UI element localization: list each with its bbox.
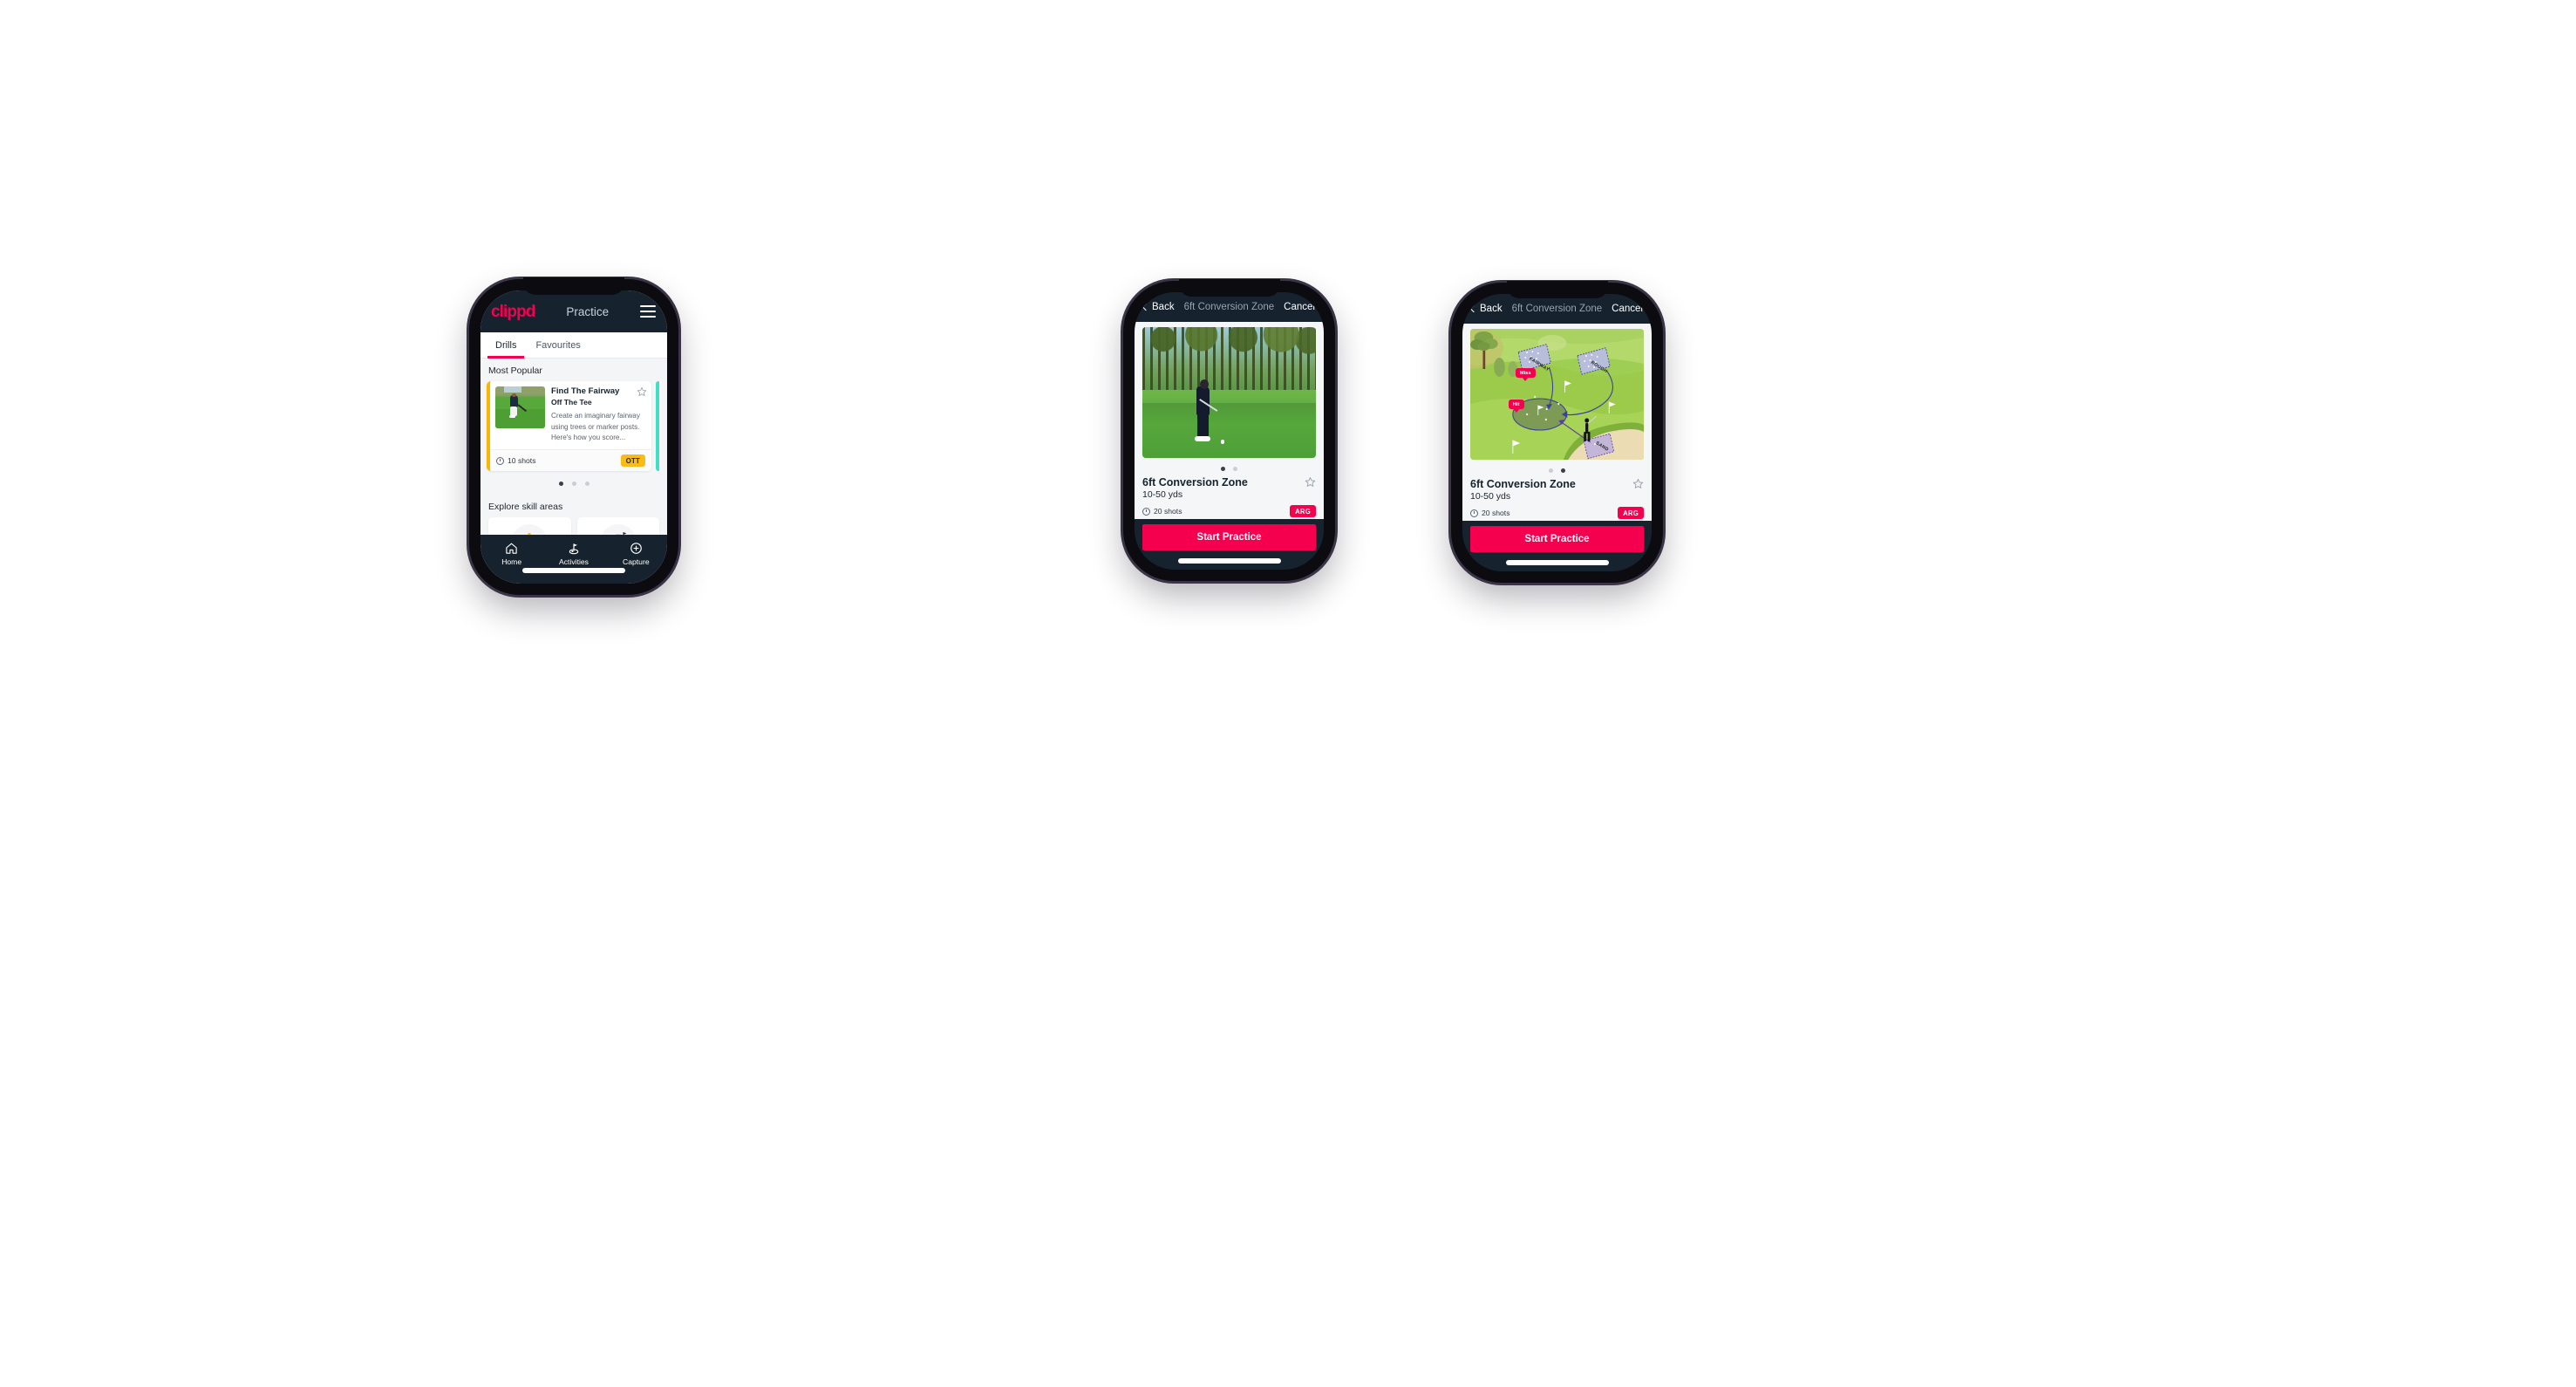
home-indicator bbox=[522, 568, 625, 573]
drill-carousel[interactable]: Find The Fairway Off The Tee Create an i… bbox=[487, 381, 661, 472]
screenshot-stage: clippd Practice Drills Favourites Most P… bbox=[0, 0, 2576, 1387]
drill-tag-badge: ARG bbox=[1618, 507, 1644, 519]
drill-media-course-diagram[interactable]: FAIRWAY ROUGH SAND Miss Hit bbox=[1470, 329, 1644, 460]
golf-flag-icon bbox=[542, 541, 604, 556]
drill-card[interactable]: Find The Fairway Off The Tee Create an i… bbox=[487, 381, 651, 472]
nav-label: Home bbox=[501, 557, 522, 566]
back-label: Back bbox=[1152, 302, 1175, 312]
clock-icon bbox=[496, 456, 504, 465]
drill-shots: 20 shots bbox=[1470, 509, 1510, 517]
hamburger-menu-icon[interactable] bbox=[639, 305, 656, 318]
detail-top-bar: Back 6ft Conversion Zone Cancel bbox=[1135, 292, 1324, 322]
clock-icon bbox=[1470, 509, 1478, 517]
phone-notch bbox=[1178, 279, 1280, 297]
skill-card-approach[interactable]: Approach Dial-in to hit the green bbox=[576, 517, 659, 535]
skill-areas-grid: Off The Tee Power and accuracy bbox=[487, 517, 661, 535]
carousel-dot-2[interactable] bbox=[571, 482, 576, 487]
start-practice-button[interactable]: Start Practice bbox=[1142, 524, 1316, 550]
diagram-pill-miss: Miss bbox=[1515, 368, 1536, 378]
detail-content: FAIRWAY ROUGH SAND Miss Hit 6ft Conversi… bbox=[1462, 324, 1652, 521]
nav-item-activities[interactable]: Activities bbox=[542, 541, 604, 566]
clock-icon bbox=[1142, 507, 1150, 516]
drill-shots: 10 shots bbox=[496, 456, 536, 465]
media-dot-2[interactable] bbox=[1561, 468, 1565, 473]
drill-media-video-thumbnail[interactable] bbox=[1142, 327, 1316, 458]
drill-distance: 10-50 yds bbox=[1470, 491, 1511, 502]
drill-thumbnail bbox=[495, 386, 545, 428]
detail-title: 6ft Conversion Zone bbox=[1183, 302, 1275, 312]
drill-shots: 20 shots bbox=[1142, 507, 1182, 516]
drill-description: Create an imaginary fairway using trees … bbox=[551, 411, 640, 442]
app-top-bar: clippd Practice bbox=[480, 290, 667, 332]
tab-bar: Drills Favourites bbox=[480, 332, 667, 359]
diagram-pill-hit: Hit bbox=[1508, 400, 1524, 409]
drill-header: 6ft Conversion Zone 10-50 yds bbox=[1142, 476, 1316, 500]
detail-footer: Start Practice bbox=[1135, 519, 1324, 570]
drill-shots-label: 20 shots bbox=[1154, 507, 1182, 516]
drill-title: Find The Fairway bbox=[551, 386, 620, 396]
media-dot-2[interactable] bbox=[1233, 467, 1237, 471]
drill-category: Off The Tee bbox=[551, 397, 592, 407]
course-diagram: FAIRWAY ROUGH SAND Miss Hit bbox=[1470, 329, 1644, 460]
cancel-button[interactable]: Cancel bbox=[1612, 304, 1643, 314]
detail-content: 6ft Conversion Zone 10-50 yds 20 shots A… bbox=[1135, 322, 1324, 519]
drill-title: 6ft Conversion Zone bbox=[1142, 476, 1248, 489]
tab-favourites[interactable]: Favourites bbox=[528, 332, 588, 358]
star-outline-icon[interactable] bbox=[637, 386, 647, 397]
nav-item-home[interactable]: Home bbox=[480, 541, 542, 566]
detail-footer: Start Practice bbox=[1462, 521, 1652, 571]
detail-top-bar: Back 6ft Conversion Zone Cancel bbox=[1462, 294, 1652, 324]
back-button[interactable]: Back bbox=[1469, 304, 1503, 314]
skill-card-off-the-tee[interactable]: Off The Tee Power and accuracy bbox=[488, 517, 571, 535]
back-button[interactable]: Back bbox=[1141, 302, 1175, 312]
phone-mockup-practice-list: clippd Practice Drills Favourites Most P… bbox=[469, 277, 678, 595]
drill-shots-label: 10 shots bbox=[508, 456, 536, 466]
drill-meta-row: 20 shots ARG bbox=[1142, 505, 1316, 519]
media-carousel-dots[interactable] bbox=[1470, 460, 1644, 478]
carousel-dot-1[interactable] bbox=[558, 482, 563, 487]
home-indicator bbox=[1177, 558, 1281, 564]
chevron-left-icon bbox=[1141, 303, 1150, 311]
approach-green-icon bbox=[599, 524, 637, 535]
drill-card-next-peek[interactable] bbox=[656, 381, 661, 472]
media-carousel-dots[interactable] bbox=[1142, 458, 1316, 476]
course-diagram-svg bbox=[1470, 329, 1644, 460]
bottom-navigation: Home Activities Capture bbox=[480, 535, 667, 584]
tab-drills[interactable]: Drills bbox=[487, 332, 525, 359]
home-icon bbox=[480, 541, 542, 556]
home-indicator bbox=[1505, 560, 1609, 565]
phone-notch bbox=[1506, 281, 1608, 298]
start-practice-button[interactable]: Start Practice bbox=[1470, 526, 1644, 552]
media-dot-1[interactable] bbox=[1549, 468, 1553, 473]
star-outline-icon[interactable] bbox=[1305, 476, 1316, 488]
phone-mockup-drill-detail-video: Back 6ft Conversion Zone Cancel 6ft Conv… bbox=[1123, 279, 1335, 581]
back-label: Back bbox=[1480, 304, 1503, 314]
explore-skill-areas-heading: Explore skill areas bbox=[488, 502, 563, 513]
nav-label: Activities bbox=[559, 557, 589, 566]
drill-header: 6ft Conversion Zone 10-50 yds bbox=[1470, 478, 1644, 502]
star-outline-icon[interactable] bbox=[1632, 478, 1644, 489]
phone-notch bbox=[523, 277, 624, 295]
practice-content: Most Popular Find The Fairway Off The Te… bbox=[480, 359, 667, 535]
nav-label: Capture bbox=[623, 557, 650, 566]
carousel-dot-3[interactable] bbox=[584, 482, 589, 487]
tee-shot-fan-icon bbox=[511, 524, 549, 535]
drill-distance: 10-50 yds bbox=[1142, 489, 1183, 500]
drill-tag-badge: ARG bbox=[1290, 505, 1316, 517]
cancel-button[interactable]: Cancel bbox=[1284, 302, 1315, 312]
detail-title: 6ft Conversion Zone bbox=[1511, 304, 1603, 314]
chevron-left-icon bbox=[1469, 304, 1478, 313]
drill-tag-badge: OTT bbox=[620, 454, 645, 468]
carousel-dots[interactable] bbox=[487, 471, 661, 495]
drill-title: 6ft Conversion Zone bbox=[1470, 478, 1576, 490]
nav-item-capture[interactable]: Capture bbox=[605, 541, 667, 566]
plus-circle-icon bbox=[605, 541, 667, 556]
most-popular-heading: Most Popular bbox=[488, 366, 542, 376]
media-dot-1[interactable] bbox=[1221, 467, 1225, 471]
phone-mockup-drill-detail-diagram: Back 6ft Conversion Zone Cancel FAIRWAY … bbox=[1451, 281, 1663, 583]
drill-shots-label: 20 shots bbox=[1482, 509, 1510, 517]
clippd-logo[interactable]: clippd bbox=[491, 304, 535, 320]
page-title: Practice bbox=[566, 304, 610, 318]
drill-meta-row: 20 shots ARG bbox=[1470, 507, 1644, 521]
